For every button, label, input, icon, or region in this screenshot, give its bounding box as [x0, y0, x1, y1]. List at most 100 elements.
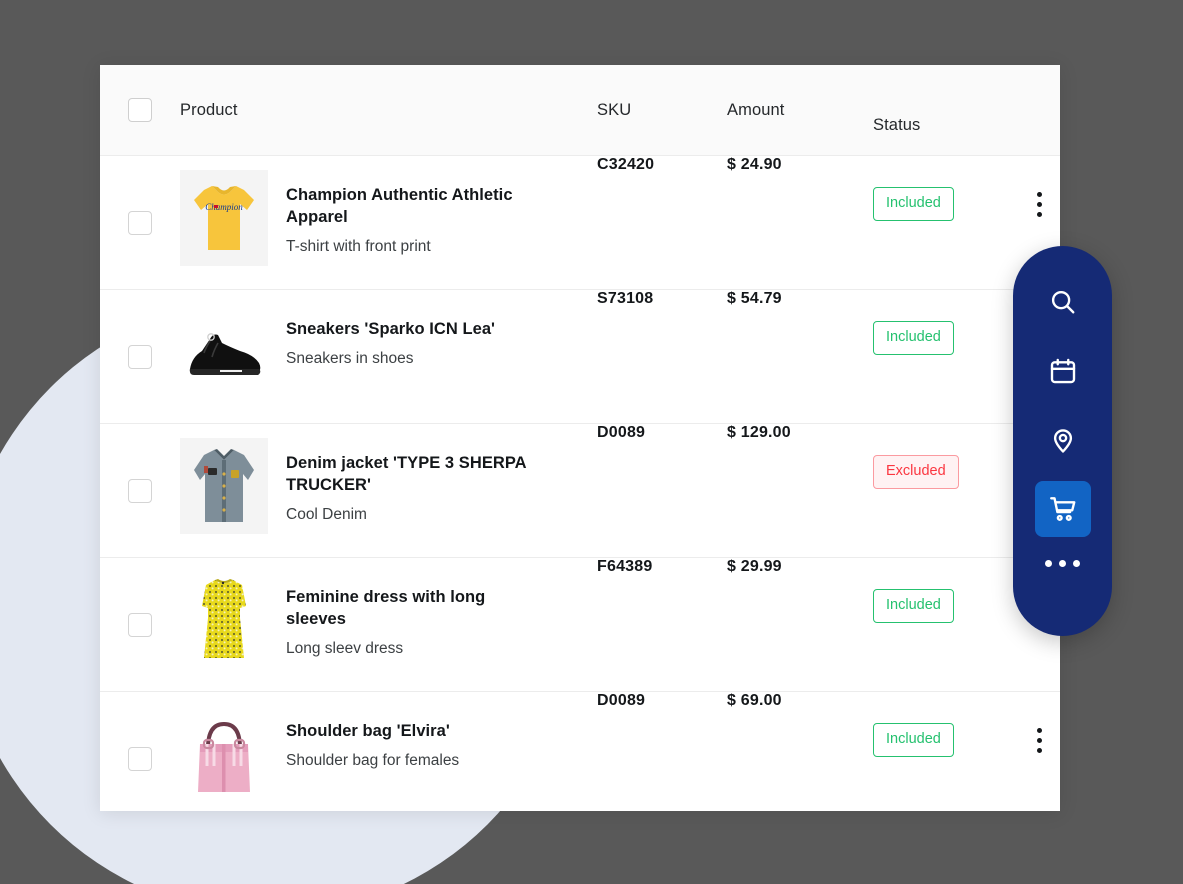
nav-search-button[interactable] [1035, 274, 1091, 330]
product-title: Sneakers 'Sparko ICN Lea' [286, 320, 496, 338]
table-row[interactable]: Champion Champion Authentic Athletic Appa… [100, 156, 1060, 290]
product-amount: $ 24.90 [727, 156, 782, 173]
row-checkbox[interactable] [128, 747, 152, 771]
more-dot [1073, 560, 1080, 567]
select-all-checkbox[interactable] [128, 98, 152, 122]
product-text: Sneakers 'Sparko ICN Lea' Sneakers in sho… [286, 304, 495, 370]
product-sku: D0089 [597, 424, 646, 441]
table-row[interactable]: Feminine dress with long sleeves Long sle… [100, 558, 1060, 692]
row-cell-menu [1019, 692, 1060, 753]
row-cell-amount: $ 24.90 [727, 156, 873, 174]
row-cell-product: Shoulder bag 'Elvira' Shoulder bag for fe… [180, 692, 597, 811]
product-title: Feminine dress with long sleeves [286, 588, 486, 628]
nav-more-button[interactable] [1045, 560, 1080, 567]
product-thumbnail [180, 438, 268, 534]
table-row[interactable]: Shoulder bag 'Elvira' Shoulder bag for fe… [100, 692, 1060, 811]
product-amount: $ 29.99 [727, 558, 782, 575]
row-checkbox[interactable] [128, 479, 152, 503]
row-cell-select [100, 424, 180, 558]
product-subtitle: Long sleev dress [286, 640, 404, 657]
column-header-sku: SKU [597, 100, 632, 119]
product-thumbnail [180, 706, 268, 802]
row-actions-menu-icon[interactable] [1037, 192, 1042, 217]
product-title: Shoulder bag 'Elvira' [286, 722, 450, 740]
row-cell-sku: C32420 [597, 156, 727, 174]
row-cell-product: Denim jacket 'TYPE 3 SHERPA TRUCKER' Cool… [180, 424, 597, 558]
table-row[interactable]: Sneakers 'Sparko ICN Lea' Sneakers in sho… [100, 290, 1060, 424]
row-cell-amount: $ 129.00 [727, 424, 873, 442]
table-row[interactable]: Denim jacket 'TYPE 3 SHERPA TRUCKER' Cool… [100, 424, 1060, 558]
product-subtitle: Cool Denim [286, 506, 367, 523]
product-table-card: Product SKU Amount Status Champion Champi… [100, 65, 1060, 811]
row-cell-amount: $ 69.00 [727, 692, 873, 710]
row-cell-amount: $ 29.99 [727, 558, 873, 576]
product-subtitle: Shoulder bag for females [286, 752, 460, 769]
row-cell-product: Feminine dress with long sleeves Long sle… [180, 558, 597, 692]
product-title: Champion Authentic Athletic Apparel [286, 186, 513, 226]
column-header-status: Status [873, 116, 921, 134]
row-cell-status: Included [873, 692, 1019, 757]
product-thumbnail [180, 304, 268, 400]
row-cell-menu [1019, 156, 1060, 217]
svg-text:Champion: Champion [205, 202, 243, 212]
location-pin-icon [1048, 425, 1078, 455]
product-title: Denim jacket 'TYPE 3 SHERPA TRUCKER' [286, 454, 527, 494]
row-checkbox[interactable] [128, 613, 152, 637]
row-cell-amount: $ 54.79 [727, 290, 873, 308]
product-sku: F64389 [597, 558, 653, 575]
status-badge: Excluded [873, 455, 959, 489]
product-text: Shoulder bag 'Elvira' Shoulder bag for fe… [286, 706, 459, 772]
search-icon [1048, 287, 1078, 317]
nav-calendar-button[interactable] [1035, 343, 1091, 399]
table-body: Champion Champion Authentic Athletic Appa… [100, 156, 1060, 811]
product-amount: $ 129.00 [727, 424, 791, 441]
product-thumbnail: Champion [180, 170, 268, 266]
row-cell-sku: F64389 [597, 558, 727, 576]
nav-cart-button[interactable] [1034, 481, 1091, 537]
product-thumbnail [180, 572, 268, 668]
product-subtitle: Sneakers in shoes [286, 350, 414, 367]
row-cell-product: Sneakers 'Sparko ICN Lea' Sneakers in sho… [180, 290, 597, 424]
status-badge: Included [873, 723, 954, 757]
header-cell-amount[interactable]: Amount [727, 101, 873, 120]
floating-side-nav [1013, 246, 1112, 636]
row-cell-status: Included [873, 290, 1019, 355]
header-cell-sku[interactable]: SKU [597, 101, 727, 120]
row-cell-select [100, 558, 180, 692]
column-header-product: Product [180, 100, 238, 119]
row-checkbox[interactable] [128, 345, 152, 369]
table-header-row: Product SKU Amount Status [100, 65, 1060, 156]
header-cell-status[interactable]: Status [873, 85, 1019, 135]
row-cell-select [100, 290, 180, 424]
product-amount: $ 69.00 [727, 692, 782, 709]
product-amount: $ 54.79 [727, 290, 782, 307]
product-sku: S73108 [597, 290, 654, 307]
header-cell-select-all [100, 98, 180, 122]
product-text: Feminine dress with long sleeves Long sle… [286, 572, 536, 660]
row-cell-sku: D0089 [597, 424, 727, 442]
row-cell-select [100, 692, 180, 811]
product-sku: D0089 [597, 692, 646, 709]
row-cell-select [100, 156, 180, 290]
row-cell-status: Included [873, 156, 1019, 221]
row-checkbox[interactable] [128, 211, 152, 235]
row-actions-menu-icon[interactable] [1037, 728, 1042, 753]
product-sku: C32420 [597, 156, 655, 173]
nav-location-button[interactable] [1035, 412, 1091, 468]
row-cell-sku: S73108 [597, 290, 727, 308]
product-text: Denim jacket 'TYPE 3 SHERPA TRUCKER' Cool… [286, 438, 536, 526]
more-dot [1045, 560, 1052, 567]
header-cell-product[interactable]: Product [180, 101, 597, 120]
column-header-amount: Amount [727, 100, 785, 119]
shopping-cart-icon [1048, 494, 1078, 524]
row-cell-status: Included [873, 558, 1019, 623]
status-badge: Included [873, 321, 954, 355]
status-badge: Included [873, 589, 954, 623]
product-subtitle: T-shirt with front print [286, 238, 431, 255]
more-dot [1059, 560, 1066, 567]
row-cell-status: Excluded [873, 424, 1019, 489]
calendar-icon [1048, 356, 1078, 386]
product-text: Champion Authentic Athletic Apparel T-shi… [286, 170, 536, 258]
row-cell-sku: D0089 [597, 692, 727, 710]
row-cell-product: Champion Champion Authentic Athletic Appa… [180, 156, 597, 290]
